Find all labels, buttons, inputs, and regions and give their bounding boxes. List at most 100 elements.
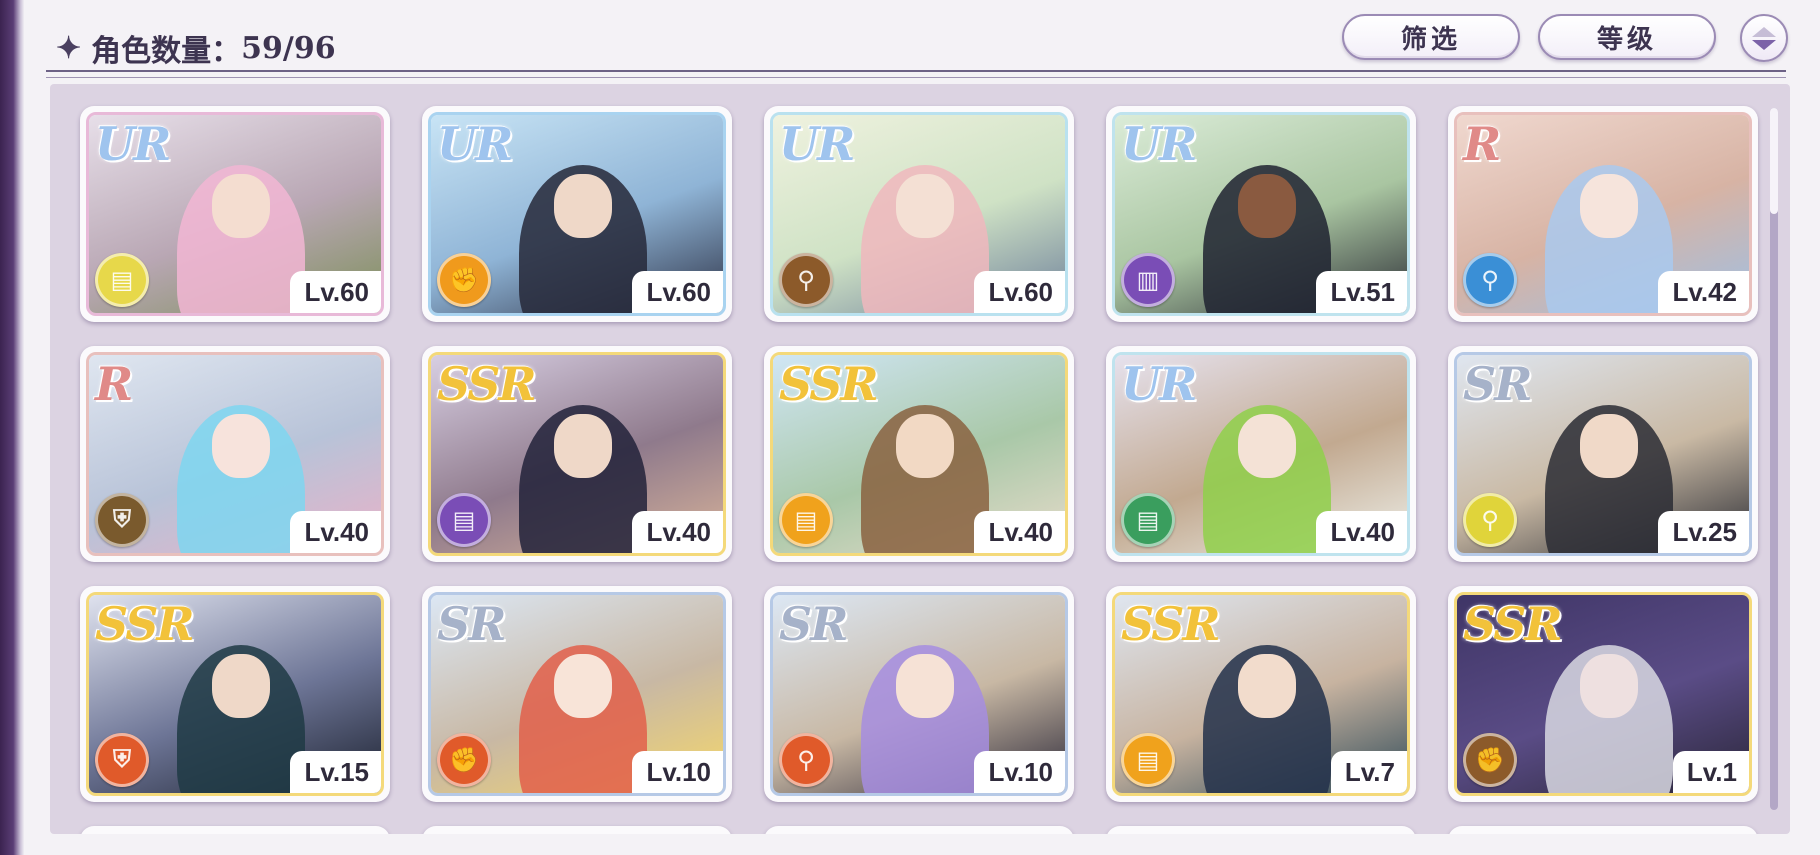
character-card-partial[interactable] [764,826,1074,834]
card-frame: SSR ▤ Lv.40 [770,352,1068,556]
portrait-face [1237,174,1297,238]
scroll-icon: ▤ [437,493,491,547]
level-label: Lv.60 [632,271,723,313]
rarity-label: UR [779,117,855,171]
character-count-title: ✦ 角色数量： 59/96 [56,26,336,70]
rarity-label: SR [437,597,506,651]
rarity-label: SR [1463,357,1532,411]
scroll-icon: ▤ [779,493,833,547]
filter-button[interactable]: 筛选 [1342,14,1520,60]
portrait-face [553,414,613,478]
rarity-label: R [1463,117,1501,171]
level-label: Lv.40 [974,511,1065,553]
portrait-face [895,174,955,238]
shield-icon: ⛨ [95,733,149,787]
card-frame: SSR ▤ Lv.40 [428,352,726,556]
rarity-label: SSR [1121,597,1221,651]
rarity-label: SSR [1463,597,1563,651]
rarity-label: SSR [95,597,195,651]
character-card[interactable]: SR ⚲ Lv.25 [1448,346,1758,562]
header-divider [46,70,1786,78]
sort-order-button[interactable] [1740,14,1788,62]
rarity-label: SSR [437,357,537,411]
card-frame: UR ▤ Lv.40 [1112,352,1410,556]
scroll-icon: ▤ [95,253,149,307]
character-count-label: 角色数量： [91,34,242,69]
level-label: Lv.10 [632,751,723,793]
level-label: Lv.7 [1330,751,1407,793]
character-card[interactable]: SSR ▤ Lv.7 [1106,586,1416,802]
card-frame: UR ⚲ Lv.60 [770,112,1068,316]
scroll-icon: ▤ [1121,733,1175,787]
level-label: Lv.60 [974,271,1065,313]
level-label: Lv.60 [290,271,381,313]
character-grid-panel[interactable]: UR ▤ Lv.60 UR ✊ Lv.60 UR ⚲ Lv.60 UR ▥ Lv… [50,84,1790,834]
level-label: Lv.10 [974,751,1065,793]
portrait-face [1579,414,1639,478]
rarity-label: UR [437,117,513,171]
window-left-edge [0,0,24,855]
portrait-face [211,414,271,478]
card-frame: SR ✊ Lv.10 [428,592,726,796]
level-label: Lv.51 [1316,271,1407,313]
character-card[interactable]: R ⚲ Lv.42 [1448,106,1758,322]
level-label: Lv.40 [632,511,723,553]
sort-by-level-button[interactable]: 等级 [1538,14,1716,60]
shield-icon: ⛨ [95,493,149,547]
sort-up-arrow-icon [1752,26,1776,37]
character-card[interactable]: UR ▤ Lv.40 [1106,346,1416,562]
portrait-face [553,654,613,718]
character-card[interactable]: UR ✊ Lv.60 [422,106,732,322]
rarity-label: SR [779,597,848,651]
character-card[interactable]: R ⛨ Lv.40 [80,346,390,562]
character-card[interactable]: UR ▥ Lv.51 [1106,106,1416,322]
portrait-face [1237,414,1297,478]
card-frame: SSR ✊ Lv.1 [1454,592,1752,796]
rarity-label: UR [1121,117,1197,171]
character-card[interactable]: SSR ▤ Lv.40 [764,346,1074,562]
wand-icon: ⚲ [1463,493,1517,547]
book-icon: ▥ [1121,253,1175,307]
portrait-face [1579,654,1639,718]
card-frame: SSR ⛨ Lv.15 [86,592,384,796]
wand-icon: ⚲ [779,253,833,307]
card-frame: UR ✊ Lv.60 [428,112,726,316]
character-card-partial[interactable] [80,826,390,834]
rarity-label: SSR [779,357,879,411]
card-frame: SSR ▤ Lv.7 [1112,592,1410,796]
level-label: Lv.15 [290,751,381,793]
card-frame: UR ▥ Lv.51 [1112,112,1410,316]
portrait-face [211,654,271,718]
character-card[interactable]: UR ⚲ Lv.60 [764,106,1074,322]
portrait-face [1237,654,1297,718]
level-label: Lv.40 [290,511,381,553]
character-card[interactable]: UR ▤ Lv.60 [80,106,390,322]
card-frame: UR ▤ Lv.60 [86,112,384,316]
roster-header: ✦ 角色数量： 59/96 筛选 等级 [46,14,1788,76]
wand-icon: ⚲ [779,733,833,787]
fist-icon: ✊ [437,733,491,787]
character-card[interactable]: SSR ▤ Lv.40 [422,346,732,562]
character-card-partial[interactable] [1106,826,1416,834]
character-card[interactable]: SSR ✊ Lv.1 [1448,586,1758,802]
sort-down-arrow-icon [1752,39,1776,50]
level-label: Lv.1 [1672,751,1749,793]
rarity-label: R [95,357,133,411]
card-frame: R ⚲ Lv.42 [1454,112,1752,316]
card-frame: R ⛨ Lv.40 [86,352,384,556]
grid-scrollbar-thumb[interactable] [1770,108,1778,214]
portrait-face [895,414,955,478]
character-card-partial[interactable] [1448,826,1758,834]
character-count-value: 59/96 [241,30,336,66]
rarity-label: UR [95,117,171,171]
wand-icon: ⚲ [1463,253,1517,307]
rarity-label: UR [1121,357,1197,411]
character-card-partial[interactable] [422,826,732,834]
character-card[interactable]: SSR ⛨ Lv.15 [80,586,390,802]
card-frame: SR ⚲ Lv.25 [1454,352,1752,556]
character-card[interactable]: SR ✊ Lv.10 [422,586,732,802]
sparkle-icon: ✦ [56,30,82,66]
level-label: Lv.40 [1316,511,1407,553]
portrait-face [895,654,955,718]
character-card[interactable]: SR ⚲ Lv.10 [764,586,1074,802]
